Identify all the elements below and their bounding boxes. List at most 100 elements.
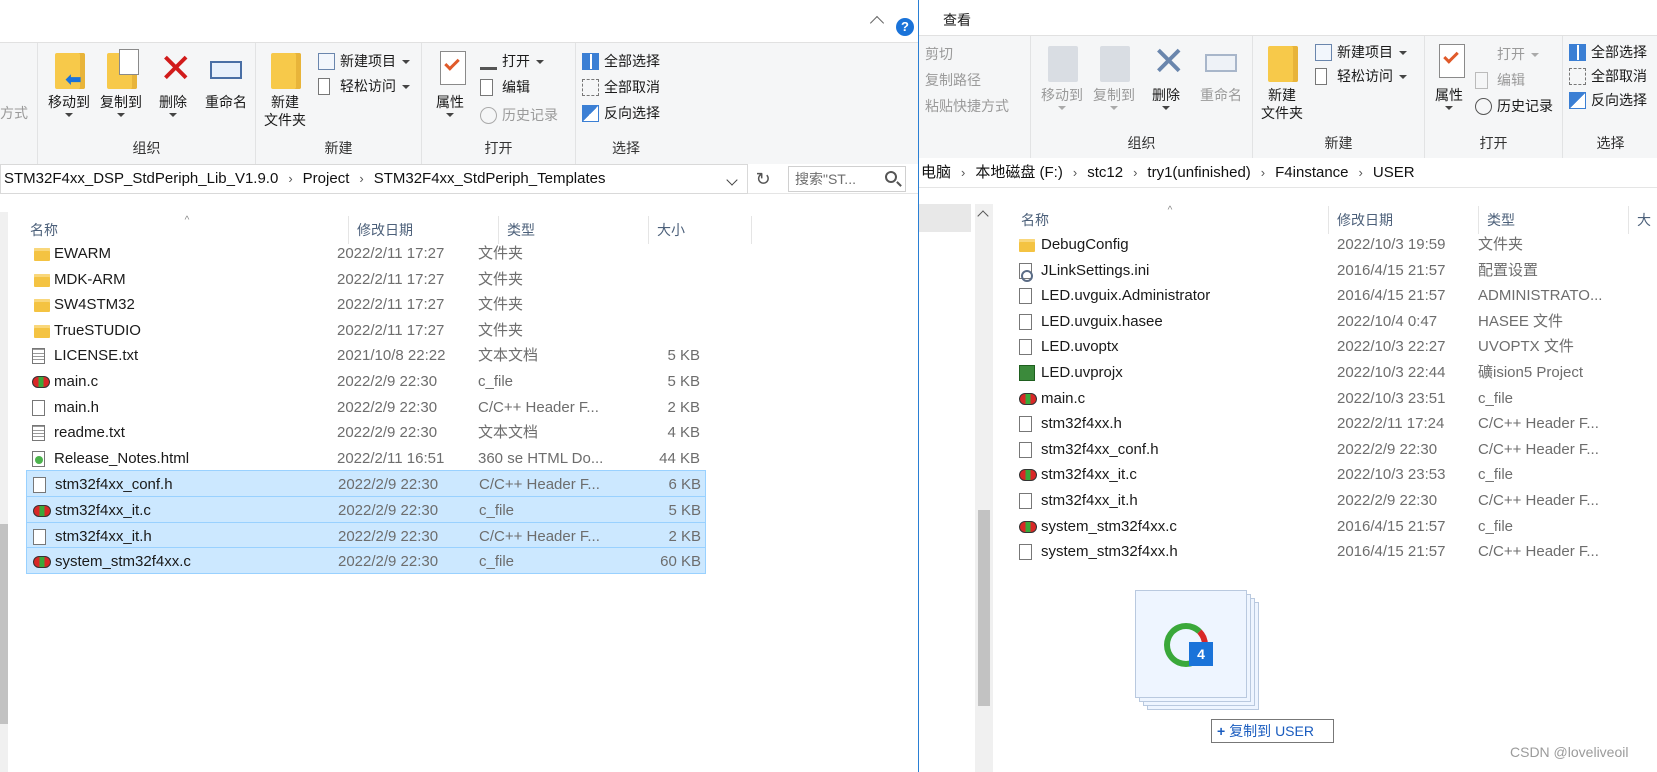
crumb-project[interactable]: Project: [303, 170, 350, 187]
table-row[interactable]: Release_Notes.html 2022/2/11 16:51 360 se …: [26, 445, 706, 472]
table-row[interactable]: TrueSTUDIO 2022/2/11 17:27 文件夹: [26, 317, 706, 344]
select-none-button[interactable]: 全部取消: [580, 75, 660, 99]
select-all-button[interactable]: 全部选择: [580, 49, 660, 73]
table-row[interactable]: system_stm32f4xx.c 2022/2/9 22:30 c_file 60…: [26, 547, 706, 575]
table-row[interactable]: SW4STM32 2022/2/11 17:27 文件夹: [26, 291, 706, 318]
right-new-item-button[interactable]: 新建项目: [1313, 40, 1407, 64]
crumb-templates[interactable]: STM32F4xx_StdPeriph_Templates: [374, 170, 606, 187]
right-select-all-icon: [1569, 44, 1586, 61]
table-row[interactable]: readme.txt 2022/2/9 22:30 文本文档 4 KB: [26, 419, 706, 446]
right-delete-button[interactable]: ✕ 删除: [1141, 42, 1191, 110]
table-row[interactable]: stm32f4xx_it.h 2022/2/9 22:30 C/C++ Header…: [26, 521, 706, 549]
left-nav-scrollbar[interactable]: [0, 212, 8, 772]
open-button[interactable]: 打开: [478, 49, 544, 73]
table-row[interactable]: JLinkSettings.ini 2016/4/15 21:57 配置设置: [1017, 257, 1657, 284]
table-row[interactable]: LICENSE.txt 2021/10/8 22:22 文本文档 5 KB: [26, 342, 706, 369]
help-icon[interactable]: ?: [896, 18, 914, 36]
right-col-size-header[interactable]: 大: [1629, 206, 1657, 234]
right-col-date-header[interactable]: 修改日期: [1329, 206, 1479, 234]
organize-group-label: 组织: [132, 140, 161, 156]
right-edit-button[interactable]: 编辑: [1473, 68, 1525, 92]
new-item-button[interactable]: 新建项目: [316, 49, 410, 73]
file-size: 5 KB: [668, 502, 701, 519]
ribbon-minimize-icon[interactable]: [869, 15, 885, 31]
right-nav-scroll-thumb[interactable]: [978, 510, 990, 706]
crumb-pc[interactable]: 电脑: [921, 164, 951, 181]
crumb-sep-icon: ›: [961, 165, 966, 180]
edit-button[interactable]: 编辑: [478, 75, 530, 99]
file-name: LED.uvguix.hasee: [1041, 312, 1163, 330]
c-file-icon: [33, 556, 51, 569]
properties-button[interactable]: 属性: [428, 49, 472, 117]
left-nav-scroll-thumb[interactable]: [0, 524, 8, 724]
right-properties-label: 属性: [1435, 87, 1463, 103]
table-row[interactable]: main.c 2022/10/3 23:51 c_file: [1017, 385, 1657, 412]
file-type: C/C++ Header F...: [479, 476, 600, 494]
right-history-button[interactable]: 历史记录: [1473, 94, 1553, 118]
scroll-up-icon[interactable]: [977, 210, 989, 222]
table-row[interactable]: main.h 2022/2/9 22:30 C/C++ Header F... 2 K…: [26, 394, 706, 421]
file-type: 文件夹: [478, 245, 524, 262]
paste-shortcut-button[interactable]: 粘贴快捷方式: [919, 94, 1009, 118]
table-row[interactable]: stm32f4xx_conf.h 2022/2/9 22:30 C/C++ Head…: [26, 470, 706, 498]
rename-button[interactable]: 重命名: [196, 49, 256, 111]
table-row[interactable]: stm32f4xx_conf.h 2022/2/9 22:30 C/C++ Head…: [1017, 436, 1657, 463]
right-title-strip: 查看: [919, 0, 1657, 36]
table-row[interactable]: DebugConfig 2022/10/3 19:59 文件夹: [1017, 231, 1657, 258]
table-row[interactable]: LED.uvprojx 2022/10/3 22:44 礦ision5 Projec…: [1017, 359, 1657, 386]
copy-path-button[interactable]: 复制路径: [919, 68, 981, 92]
file-name: system_stm32f4xx.c: [1041, 517, 1177, 535]
right-open-button[interactable]: 打开: [1473, 42, 1539, 66]
table-row[interactable]: system_stm32f4xx.c 2016/4/15 21:57 c_file: [1017, 513, 1657, 540]
delete-button[interactable]: ✕ 删除: [148, 49, 198, 117]
right-properties-button[interactable]: 属性: [1427, 42, 1471, 110]
table-row[interactable]: main.c 2022/2/9 22:30 c_file 5 KB: [26, 368, 706, 395]
table-row[interactable]: system_stm32f4xx.h 2016/4/15 21:57 C/C++ H…: [1017, 538, 1657, 565]
invert-selection-button[interactable]: 反向选择: [580, 101, 660, 125]
table-row[interactable]: stm32f4xx_it.c 2022/2/9 22:30 c_file 5 KB: [26, 496, 706, 523]
right-new-folder-button[interactable]: 新建 文件夹: [1255, 42, 1309, 122]
right-col-type-header[interactable]: 类型: [1479, 206, 1629, 234]
crumb-user[interactable]: USER: [1373, 164, 1415, 181]
c-file-icon: [32, 376, 50, 388]
right-copy-to-button[interactable]: 复制到: [1087, 42, 1141, 110]
table-row[interactable]: LED.uvoptx 2022/10/3 22:27 UVOPTX 文件: [1017, 333, 1657, 360]
right-select-none-label: 全部取消: [1591, 68, 1647, 84]
copy-to-button[interactable]: 复制到: [94, 49, 148, 117]
file-date: 2022/10/3 19:59: [1337, 236, 1446, 253]
right-easy-access-button[interactable]: 轻松访问: [1313, 64, 1407, 88]
cut-label: 剪切: [925, 46, 953, 62]
partial-shortcut-label: 方式: [0, 105, 28, 121]
new-folder-button[interactable]: 新建 文件夹: [258, 49, 312, 129]
move-to-button[interactable]: ⬅ 移动到: [42, 49, 96, 117]
right-move-to-button[interactable]: 移动到: [1035, 42, 1089, 110]
table-row[interactable]: EWARM 2022/2/11 17:27 文件夹: [26, 240, 706, 267]
history-button[interactable]: 历史记录: [478, 103, 558, 127]
table-row[interactable]: stm32f4xx_it.h 2022/2/9 22:30 C/C++ Header…: [1017, 487, 1657, 514]
tab-view[interactable]: 查看: [943, 10, 971, 30]
right-invert-selection-button[interactable]: 反向选择: [1567, 88, 1647, 112]
table-row[interactable]: LED.uvguix.Administrator 2016/4/15 21:57 A…: [1017, 282, 1657, 309]
right-rename-button[interactable]: 重命名: [1191, 42, 1251, 104]
table-row[interactable]: stm32f4xx.h 2022/2/11 17:24 C/C++ Header F…: [1017, 410, 1657, 437]
easy-access-button[interactable]: 轻松访问: [316, 74, 410, 98]
crumb-lib[interactable]: STM32F4xx_DSP_StdPeriph_Lib_V1.9.0: [4, 170, 278, 187]
crumb-stc12[interactable]: stc12: [1087, 164, 1123, 181]
cut-button[interactable]: 剪切: [919, 42, 953, 66]
table-row[interactable]: LED.uvguix.hasee 2022/10/4 0:47 HASEE 文件: [1017, 308, 1657, 335]
right-select-all-button[interactable]: 全部选择: [1567, 40, 1647, 64]
refresh-icon[interactable]: ↻: [752, 168, 774, 190]
search-input[interactable]: 搜索"ST...: [788, 166, 906, 192]
table-row[interactable]: MDK-ARM 2022/2/11 17:27 文件夹: [26, 266, 706, 293]
crumb-f4instance[interactable]: F4instance: [1275, 164, 1348, 181]
left-title-strip: ?: [0, 0, 918, 43]
crumb-drive[interactable]: 本地磁盘 (F:): [975, 164, 1063, 181]
right-select-none-button[interactable]: 全部取消: [1567, 64, 1647, 88]
crumb-try1[interactable]: try1(unfinished): [1147, 164, 1250, 181]
right-nav-pane-selection[interactable]: [919, 204, 971, 232]
paste-shortcut-label: 粘贴快捷方式: [925, 98, 1009, 114]
right-nav-scrollbar[interactable]: [975, 204, 993, 772]
table-row[interactable]: stm32f4xx_it.c 2022/10/3 23:53 c_file: [1017, 461, 1657, 488]
col-type-label: 类型: [507, 222, 535, 238]
right-new-item-label: 新建项目: [1337, 44, 1393, 60]
